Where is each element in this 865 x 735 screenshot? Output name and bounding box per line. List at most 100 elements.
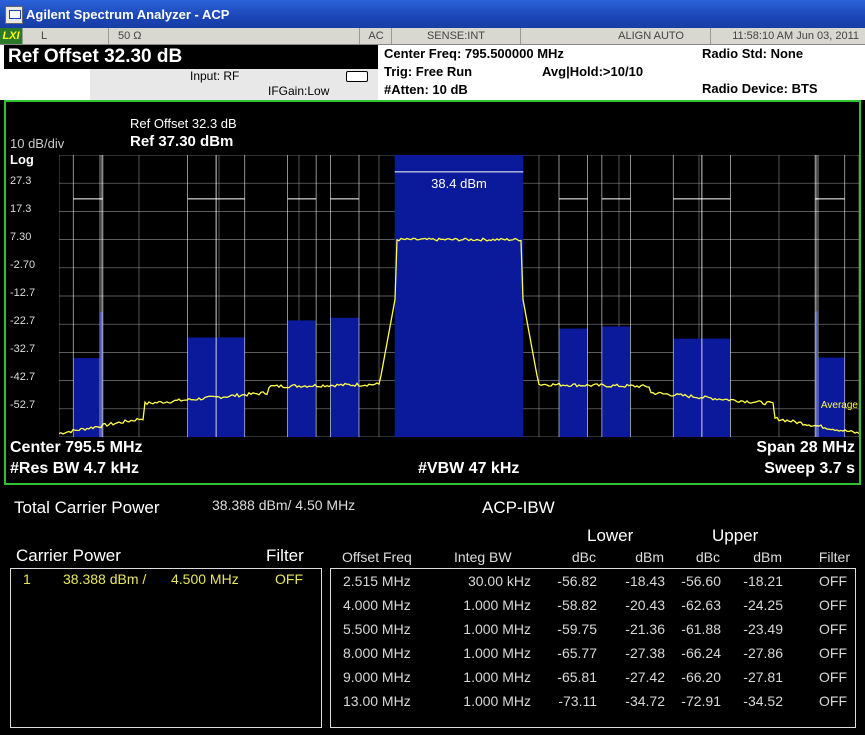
upper-dbm-cell: -27.86: [743, 645, 783, 661]
offset-freq-cell: 4.000 MHz: [343, 597, 411, 613]
spectrum-graph[interactable]: 10 dB/div Log Ref Offset 32.3 dB Ref 37.…: [4, 100, 861, 485]
span-label: Span 28 MHz: [756, 439, 855, 456]
impedance-indicator: 50 Ω: [110, 28, 360, 44]
upper-dbc-cell: -66.20: [681, 669, 721, 685]
carrier-row[interactable]: 1 38.388 dBm / 4.500 MHz OFF: [11, 571, 321, 591]
upper-dbm-cell: -24.25: [743, 597, 783, 613]
lower-dbc-cell: -59.75: [557, 621, 597, 637]
atten-readout: #Atten: 10 dB: [384, 82, 468, 97]
filter-cell: OFF: [819, 669, 847, 685]
y-tick-label: -52.7: [10, 399, 36, 411]
filter-cell: OFF: [819, 645, 847, 661]
trigger-readout: Trig: Free Run: [384, 64, 473, 79]
integ-bw-cell: 1.000 MHz: [463, 621, 531, 637]
carrier-power-header: Carrier Power: [16, 546, 121, 565]
lower-dbc-cell: -73.11: [558, 693, 597, 709]
lower-offset-bar: [73, 358, 102, 437]
sweep-label: Sweep 3.7 s: [764, 460, 855, 477]
y-tick-label: 7.30: [10, 231, 32, 243]
column-header: dBc: [695, 549, 720, 565]
upper-offset-bar: [673, 338, 702, 437]
carrier-power-label: 38.4 dBm: [431, 176, 487, 191]
ac-indicator: AC: [361, 28, 392, 44]
upper-offset-bar: [701, 338, 731, 437]
offset-freq-cell: 9.000 MHz: [343, 669, 411, 685]
upper-offset-bar: [559, 328, 588, 437]
lower-offset-bar: [287, 320, 317, 437]
offset-freq-cell: 5.500 MHz: [343, 621, 411, 637]
align-indicator: ALIGN AUTO: [521, 28, 711, 44]
spectrum-plot[interactable]: 38.4 dBm Average: [59, 155, 859, 437]
y-tick-label: -32.7: [10, 343, 36, 355]
input-settings-box: Input: RF IFGain:Low: [90, 69, 378, 100]
upper-dbm-cell: -23.49: [743, 621, 783, 637]
acp-mode-label: ACP-IBW: [482, 498, 555, 517]
upper-dbm-cell: -18.21: [743, 573, 783, 589]
results-panel: Total Carrier Power 38.388 dBm/ 4.50 MHz…: [4, 488, 861, 735]
column-header: Filter: [818, 549, 850, 565]
column-header: dBm: [635, 549, 664, 565]
lower-dbm-cell: -27.38: [625, 645, 665, 661]
upper-dbc-cell: -61.88: [681, 621, 721, 637]
column-header: Integ BW: [454, 549, 512, 565]
lower-dbm-cell: -34.72: [625, 693, 665, 709]
lxi-indicator: LXI: [0, 28, 23, 44]
filter-cell: OFF: [819, 621, 847, 637]
lower-offset-bar: [330, 317, 359, 437]
integ-bw-cell: 1.000 MHz: [463, 597, 531, 613]
column-header: dBc: [571, 549, 596, 565]
radio-device-readout: Radio Device: BTS: [702, 81, 818, 96]
y-tick-label: 17.3: [10, 203, 32, 215]
lower-offset-bar: [216, 337, 245, 437]
acp-offset-table: 2.515 MHz 30.00 kHz -56.82 -18.43 -56.60…: [330, 568, 856, 728]
offset-freq-cell: 13.00 MHz: [343, 693, 411, 709]
total-carrier-power-label: Total Carrier Power: [14, 498, 160, 517]
column-header: dBm: [753, 549, 782, 565]
table-row[interactable]: 13.00 MHz 1.000 MHz -73.11 -34.72 -72.91…: [331, 690, 857, 714]
window-title: Agilent Spectrum Analyzer - ACP: [26, 7, 230, 22]
carrier-bw-value: 4.500 MHz: [171, 571, 239, 587]
y-tick-label: -22.7: [10, 315, 36, 327]
carrier-power-table: 1 38.388 dBm / 4.500 MHz OFF: [10, 568, 322, 728]
average-trace-label: Average: [821, 400, 859, 411]
table-row[interactable]: 5.500 MHz 1.000 MHz -59.75 -21.36 -61.88…: [331, 618, 857, 642]
ref-offset-note: Ref Offset 32.3 dB: [130, 116, 237, 131]
lower-dbm-cell: -27.42: [625, 669, 665, 685]
upper-dbm-cell: -34.52: [743, 693, 783, 709]
offset-freq-cell: 2.515 MHz: [343, 573, 411, 589]
window-title-bar[interactable]: Agilent Spectrum Analyzer - ACP: [0, 0, 865, 28]
filter-cell: OFF: [819, 597, 847, 613]
app-icon: [5, 6, 23, 24]
lower-dbc-cell: -58.82: [557, 597, 597, 613]
carrier-index: 1: [23, 571, 31, 587]
center-freq-label: Center 795.5 MHz: [10, 439, 143, 456]
upper-dbc-cell: -72.91: [681, 693, 721, 709]
lower-dbm-cell: -20.43: [625, 597, 665, 613]
acp-column-headers: Offset Freq Integ BW dBc dBm dBc dBm Fil…: [330, 549, 856, 567]
y-tick-label: -12.7: [10, 287, 36, 299]
y-tick-label: 27.3: [10, 175, 32, 187]
ifgain-readout: IFGain:Low: [268, 84, 330, 98]
res-bw-label: #Res BW 4.7 kHz: [10, 460, 139, 477]
lower-offset-bar: [187, 337, 217, 437]
lower-dbc-cell: -65.81: [557, 669, 597, 685]
lower-dbm-cell: -21.36: [625, 621, 665, 637]
coupling-indicator: L: [23, 28, 109, 44]
offset-freq-cell: 8.000 MHz: [343, 645, 411, 661]
table-row[interactable]: 4.000 MHz 1.000 MHz -58.82 -20.43 -62.63…: [331, 594, 857, 618]
table-row[interactable]: 8.000 MHz 1.000 MHz -65.77 -27.38 -66.24…: [331, 642, 857, 666]
lower-group-header: Lower: [587, 526, 634, 545]
scale-div-label: 10 dB/div: [10, 136, 65, 151]
ref-offset-active-function[interactable]: Ref Offset 32.30 dB: [4, 45, 378, 69]
filter-cell: OFF: [819, 693, 847, 709]
table-row[interactable]: 9.000 MHz 1.000 MHz -65.81 -27.42 -66.20…: [331, 666, 857, 690]
table-row[interactable]: 2.515 MHz 30.00 kHz -56.82 -18.43 -56.60…: [331, 570, 857, 594]
scale-type-label: Log: [10, 152, 34, 167]
filter-cell: OFF: [819, 573, 847, 589]
input-connector-icon: [346, 71, 368, 82]
input-readout: Input: RF: [190, 69, 240, 83]
lower-dbc-cell: -56.82: [557, 573, 597, 589]
carrier-filter-header: Filter: [266, 546, 304, 565]
integ-bw-cell: 1.000 MHz: [463, 645, 531, 661]
vbw-label: #VBW 47 kHz: [418, 460, 520, 477]
